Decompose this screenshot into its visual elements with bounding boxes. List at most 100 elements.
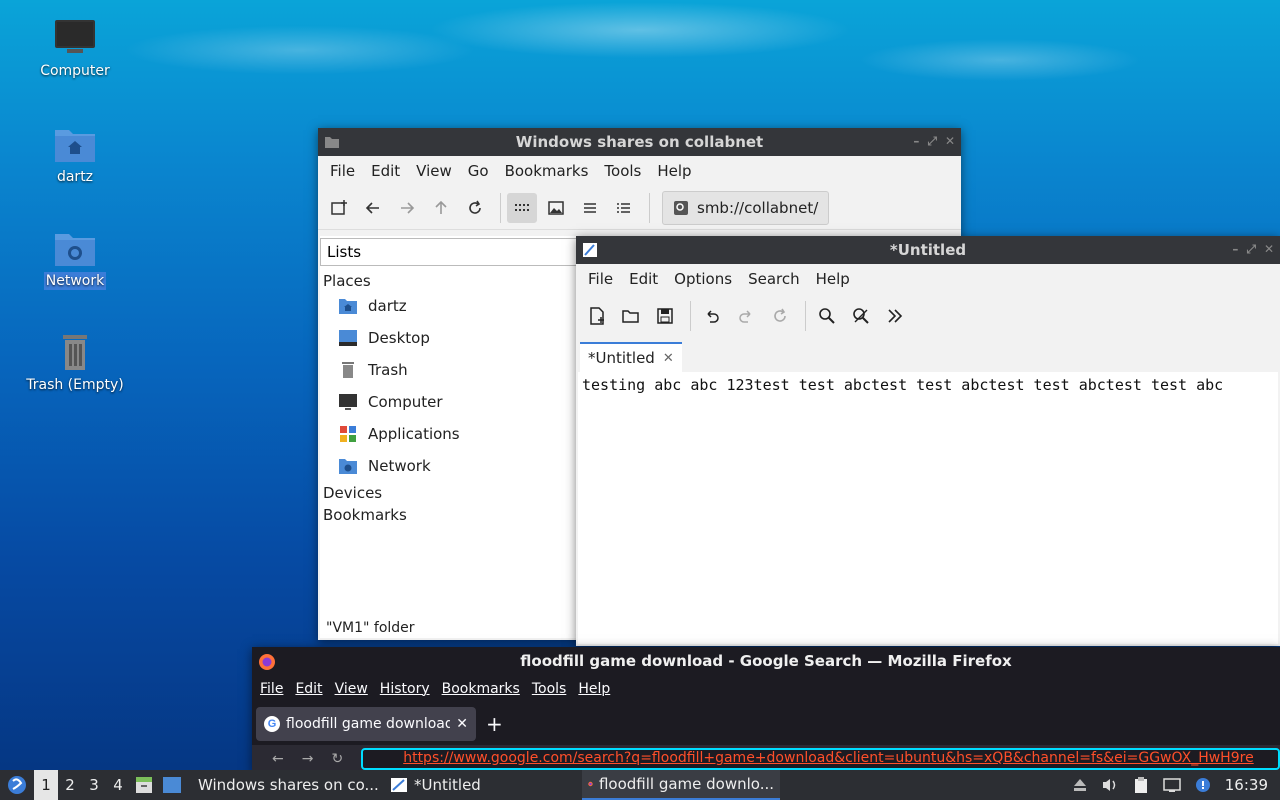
- network-status-icon[interactable]: [1163, 777, 1181, 793]
- menu-options[interactable]: Options: [666, 270, 740, 288]
- menu-file[interactable]: File: [322, 162, 363, 180]
- back-button[interactable]: [358, 193, 388, 223]
- bookmarks-heading[interactable]: Bookmarks: [320, 502, 578, 524]
- new-document-button[interactable]: [582, 301, 612, 331]
- document-tabs: *Untitled ✕: [576, 338, 1280, 372]
- menu-help[interactable]: Help: [649, 162, 699, 180]
- minimize-icon[interactable]: –: [1232, 242, 1238, 257]
- browser-titlebar[interactable]: floodfill game download - Google Search …: [252, 647, 1280, 675]
- close-icon[interactable]: ✕: [663, 351, 674, 366]
- desktop-icon-network[interactable]: Network: [15, 228, 135, 290]
- close-icon[interactable]: ✕: [1264, 242, 1274, 257]
- clock[interactable]: 16:39: [1225, 776, 1268, 794]
- maximize-icon[interactable]: ⤢: [1246, 242, 1256, 257]
- menu-view[interactable]: View: [329, 681, 374, 697]
- find-replace-icon: [853, 308, 869, 324]
- task-label: Windows shares on co...: [198, 776, 379, 794]
- search-icon: [819, 308, 835, 324]
- back-icon[interactable]: ←: [272, 751, 284, 767]
- menu-file[interactable]: File: [580, 270, 621, 288]
- eject-icon[interactable]: [1073, 777, 1087, 793]
- workspace-3[interactable]: 3: [82, 770, 106, 800]
- overflow-button[interactable]: [880, 301, 910, 331]
- menu-bookmarks[interactable]: Bookmarks: [497, 162, 597, 180]
- url-bar[interactable]: https://www.google.com/search?q=floodfil…: [361, 748, 1280, 770]
- thumbnail-view-button[interactable]: [541, 193, 571, 223]
- menu-search[interactable]: Search: [740, 270, 808, 288]
- menu-go[interactable]: Go: [460, 162, 497, 180]
- close-icon[interactable]: ✕: [456, 716, 468, 732]
- place-item-computer[interactable]: Computer: [320, 386, 578, 418]
- place-item-trash[interactable]: Trash: [320, 354, 578, 386]
- place-label: Trash: [368, 361, 408, 379]
- place-item-desktop[interactable]: Desktop: [320, 322, 578, 354]
- icon-view-button[interactable]: [507, 192, 537, 223]
- text-area[interactable]: testing abc abc 123test test abctest tes…: [578, 372, 1278, 644]
- quicklaunch-desktop[interactable]: [158, 776, 186, 794]
- detailed-view-button[interactable]: [609, 193, 639, 223]
- desktop-icon-computer[interactable]: Computer: [15, 18, 135, 80]
- text-editor-titlebar[interactable]: *Untitled – ⤢ ✕: [576, 236, 1280, 264]
- volume-icon[interactable]: [1101, 777, 1119, 793]
- workspace-1[interactable]: 1: [34, 770, 58, 800]
- browser-tab[interactable]: G floodfill game download ✕: [256, 707, 476, 741]
- workspace-4[interactable]: 4: [106, 770, 130, 800]
- reload-button[interactable]: [460, 193, 490, 223]
- task-file-manager[interactable]: Windows shares on co...: [186, 770, 384, 800]
- network-folder-icon: [339, 459, 357, 474]
- close-icon[interactable]: ✕: [945, 134, 955, 149]
- menu-help[interactable]: Help: [808, 270, 858, 288]
- menu-tools[interactable]: Tools: [596, 162, 649, 180]
- text-editor-toolbar: [576, 294, 1280, 338]
- desktop-icon-trash[interactable]: Trash (Empty): [15, 332, 135, 394]
- redo-button[interactable]: [731, 301, 761, 331]
- minimize-icon[interactable]: –: [913, 134, 919, 149]
- lxqt-logo-icon: [8, 776, 26, 794]
- menu-tools[interactable]: Tools: [526, 681, 573, 697]
- task-browser[interactable]: floodfill game downlo...: [582, 770, 780, 800]
- undo-button[interactable]: [697, 301, 727, 331]
- reload-icon[interactable]: ↻: [331, 751, 343, 767]
- location-text: smb://collabnet/: [697, 198, 819, 217]
- reload-button[interactable]: [765, 301, 795, 331]
- clipboard-icon[interactable]: [1133, 776, 1149, 794]
- quicklaunch-file-manager[interactable]: [130, 776, 158, 794]
- place-item-network[interactable]: Network: [320, 450, 578, 482]
- forward-icon[interactable]: →: [302, 751, 314, 767]
- toolbar-separator: [649, 192, 650, 223]
- menu-bookmarks[interactable]: Bookmarks: [436, 681, 526, 697]
- notification-icon[interactable]: [1195, 777, 1211, 793]
- menu-edit[interactable]: Edit: [289, 681, 328, 697]
- menu-edit[interactable]: Edit: [363, 162, 408, 180]
- menu-history[interactable]: History: [374, 681, 436, 697]
- place-item-applications[interactable]: Applications: [320, 418, 578, 450]
- place-item-home[interactable]: dartz: [320, 290, 578, 322]
- devices-heading[interactable]: Devices: [320, 482, 578, 502]
- forward-button[interactable]: [392, 193, 422, 223]
- new-tab-button[interactable]: [324, 193, 354, 223]
- start-menu-button[interactable]: [0, 770, 34, 800]
- compact-view-button[interactable]: [575, 193, 605, 223]
- menu-edit[interactable]: Edit: [621, 270, 666, 288]
- workspace-2[interactable]: 2: [58, 770, 82, 800]
- task-text-editor[interactable]: *Untitled: [384, 770, 582, 800]
- document-tab[interactable]: *Untitled ✕: [580, 342, 682, 372]
- desktop-icon-home[interactable]: dartz: [15, 124, 135, 186]
- text-editor-menubar: File Edit Options Search Help: [576, 264, 1280, 294]
- location-bar[interactable]: smb://collabnet/: [662, 190, 830, 225]
- file-manager-titlebar[interactable]: Windows shares on collabnet – ⤢ ✕: [318, 128, 961, 156]
- side-pane-mode-select[interactable]: Lists: [320, 238, 578, 266]
- new-tab-button[interactable]: +: [486, 712, 503, 736]
- menu-help[interactable]: Help: [572, 681, 616, 697]
- browser-navbar: ← → ↻ https://www.google.com/search?q=fl…: [252, 745, 1280, 773]
- applications-icon: [340, 426, 356, 442]
- menu-file[interactable]: File: [254, 681, 289, 697]
- find-button[interactable]: [812, 301, 842, 331]
- places-heading[interactable]: Places: [320, 266, 578, 290]
- save-button[interactable]: [650, 301, 680, 331]
- maximize-icon[interactable]: ⤢: [927, 134, 937, 149]
- find-replace-button[interactable]: [846, 301, 876, 331]
- up-button[interactable]: [426, 193, 456, 223]
- menu-view[interactable]: View: [408, 162, 460, 180]
- open-button[interactable]: [616, 301, 646, 331]
